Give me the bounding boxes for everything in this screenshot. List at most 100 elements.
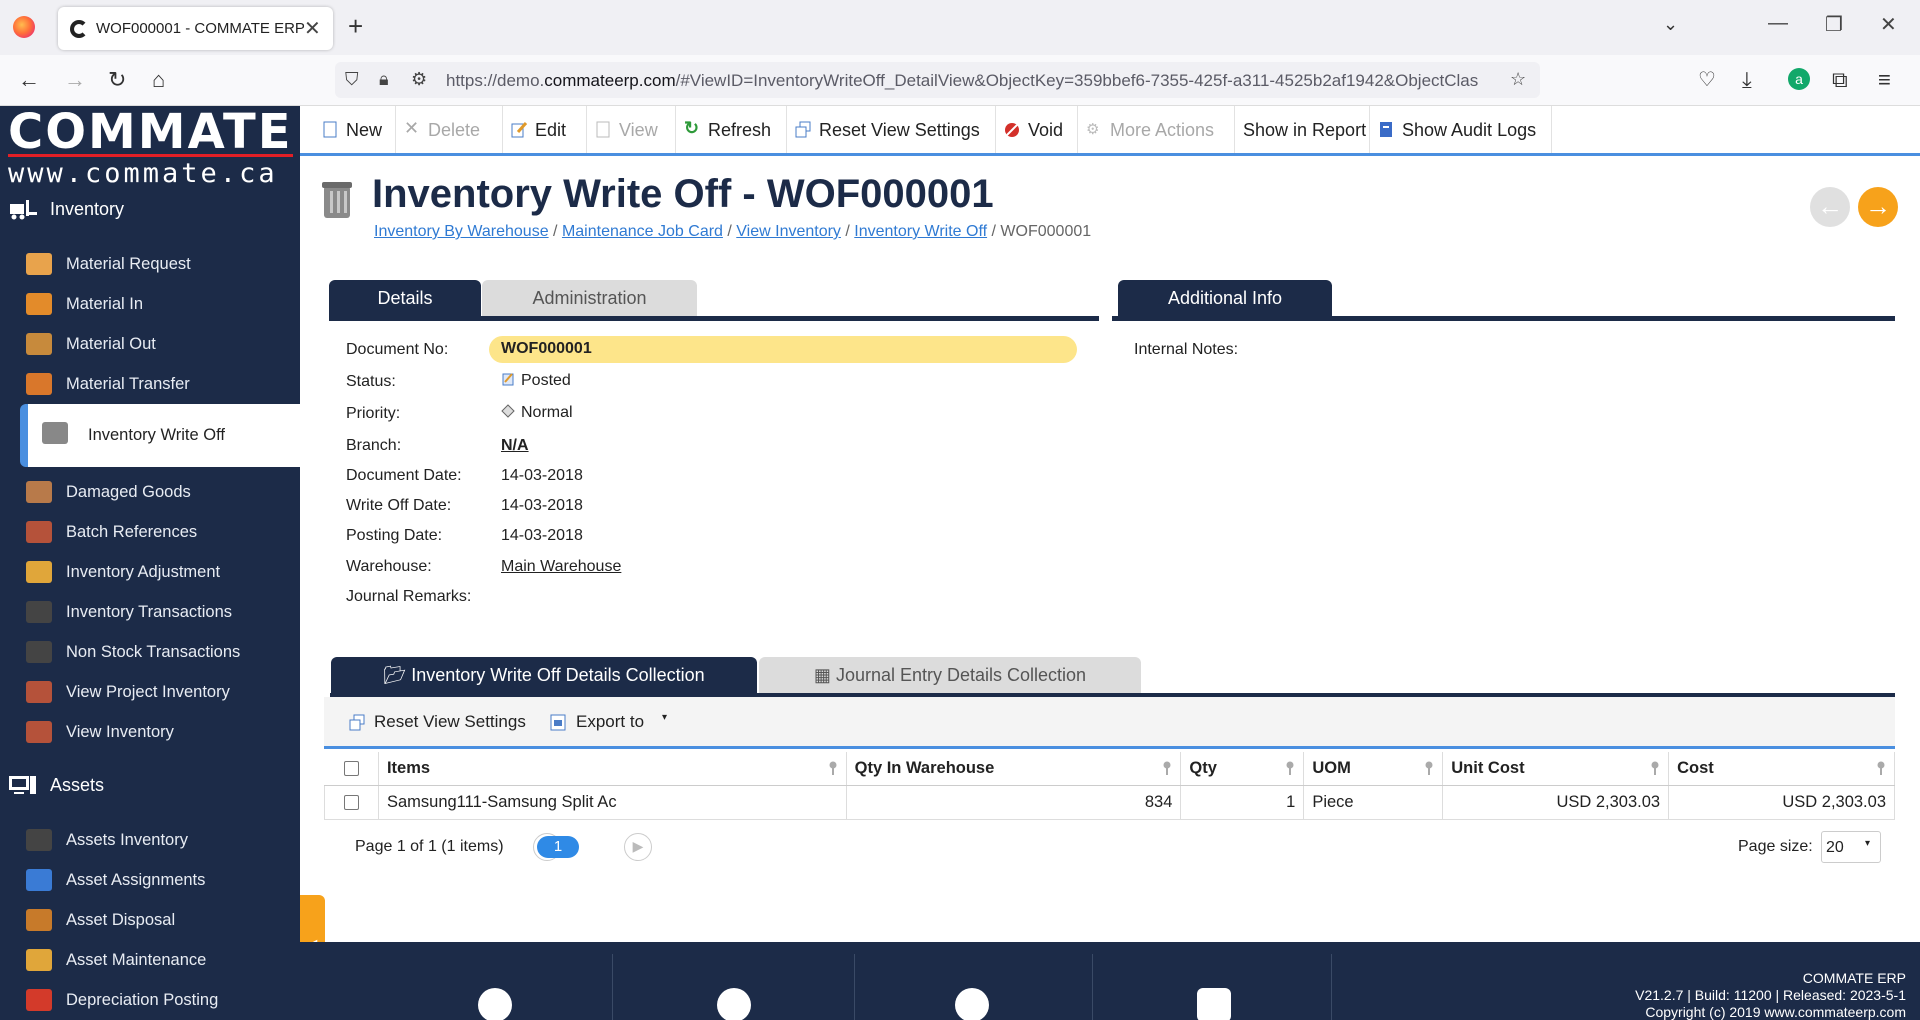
page-size-select[interactable]: 20 ▾ [1821, 831, 1881, 863]
row-checkbox[interactable] [343, 794, 359, 810]
close-tab-icon[interactable]: ✕ [304, 16, 321, 41]
sidebar-item-material-request[interactable]: Material Request [0, 244, 300, 284]
sidebar-item-label: Depreciation Posting [66, 991, 219, 1009]
show-in-report-button[interactable]: Show in Report [1235, 106, 1370, 153]
edit-button[interactable]: Edit [503, 106, 587, 153]
arrow-right-icon: → [1865, 191, 1891, 221]
forward-icon[interactable]: → [64, 67, 86, 93]
export-to-button[interactable]: Export to ▾ [550, 697, 670, 746]
url-text[interactable]: https://demo.commateerp.com/#ViewID=Inve… [446, 71, 1496, 91]
tab-journal-entry-details-collection[interactable]: ▦ Journal Entry Details Collection [759, 657, 1141, 693]
sidebar-item-asset-maintenance[interactable]: Asset Maintenance [0, 940, 300, 980]
pager-page-current[interactable]: 1 [537, 836, 579, 858]
sidebar-item-damaged-goods[interactable]: Damaged Goods [0, 472, 300, 512]
back-icon[interactable]: ← [18, 67, 40, 93]
lock-icon[interactable]: 🔒︎ [379, 69, 389, 90]
list-tabs-icon[interactable]: ⌄ [1663, 14, 1678, 35]
info-icon[interactable] [955, 988, 989, 1020]
menu-icon[interactable]: ≡ [1878, 67, 1891, 93]
sidebar-item-inventory-write-off[interactable]: Inventory Write Off [20, 404, 300, 467]
more-actions-button[interactable]: ⚙︎ More Actions [1078, 106, 1235, 153]
column-header-unit-cost[interactable]: Unit Cost [1442, 752, 1670, 786]
sidebar-item-assets-inventory[interactable]: Assets Inventory [0, 820, 300, 860]
breadcrumb-link[interactable]: Maintenance Job Card [562, 223, 723, 240]
table-row[interactable]: Samsung111-Samsung Split Ac 834 1 Piece … [324, 784, 1895, 820]
refresh-button[interactable]: ↻ Refresh [676, 106, 787, 153]
tab-administration[interactable]: Administration [482, 280, 697, 316]
pager-next-button[interactable]: ▶ [624, 833, 652, 861]
next-record-button[interactable]: → [1858, 187, 1898, 227]
address-bar[interactable]: ⛉ 🔒︎ ⚙︎ https://demo.commateerp.com/#Vie… [335, 62, 1540, 98]
breadcrumb-link[interactable]: Inventory By Warehouse [374, 223, 549, 240]
youtube-icon[interactable] [1197, 988, 1231, 1020]
filter-pin-icon[interactable] [1285, 761, 1295, 775]
user-support-icon[interactable] [478, 988, 512, 1020]
sidebar-item-material-out[interactable]: Material Out [0, 324, 300, 364]
tab-details[interactable]: Details [329, 280, 481, 316]
sidebar-item-material-in[interactable]: Material In [0, 284, 300, 324]
sidebar-item-view-project-inventory[interactable]: View Project Inventory [0, 672, 300, 712]
extension-account-icon[interactable]: a [1788, 68, 1810, 90]
home-icon[interactable]: ⌂ [152, 67, 165, 93]
sidebar-item-label: Non Stock Transactions [66, 643, 241, 661]
window-close-icon[interactable]: ✕ [1880, 12, 1897, 37]
filter-pin-icon[interactable] [1876, 761, 1886, 775]
column-header-qty-in-warehouse[interactable]: Qty In Warehouse [846, 752, 1182, 786]
sidebar-item-non-stock-transactions[interactable]: Non Stock Transactions [0, 632, 300, 672]
minimize-icon[interactable]: — [1768, 12, 1788, 35]
sidebar-item-inventory-transactions[interactable]: Inventory Transactions [0, 592, 300, 632]
reload-icon[interactable]: ↻ [108, 67, 126, 93]
column-header-items[interactable]: Items [378, 752, 847, 786]
restore-icon[interactable]: ❐ [1825, 12, 1843, 37]
bookmark-star-icon[interactable]: ☆ [1510, 69, 1526, 90]
new-tab-icon[interactable]: + [348, 11, 363, 42]
sidebar-group-label: Assets [50, 775, 105, 795]
column-header-qty[interactable]: Qty [1180, 752, 1305, 786]
view-button[interactable]: View [587, 106, 676, 153]
sidebar-item-inventory-adjustment[interactable]: Inventory Adjustment [0, 552, 300, 592]
sidebar-item-depreciation-posting[interactable]: Depreciation Posting [0, 980, 300, 1020]
sidebar-item-batch-references[interactable]: Batch References [0, 512, 300, 552]
sidebar-item-view-inventory[interactable]: View Inventory [0, 712, 300, 752]
brand-logo[interactable]: COMMATE www.commate.ca [8, 108, 293, 189]
sidebar-item-material-transfer[interactable]: Material Transfer [0, 364, 300, 404]
previous-record-button[interactable]: ← [1810, 187, 1850, 227]
sidebar-item-label: Damaged Goods [66, 483, 191, 501]
sidebar-group-inventory[interactable]: Inventory [0, 190, 300, 230]
sidebar-item-asset-assignments[interactable]: Asset Assignments [0, 860, 300, 900]
audit-log-icon [1380, 122, 1392, 137]
filter-pin-icon[interactable] [1650, 761, 1660, 775]
warehouse-link[interactable]: Main Warehouse [501, 558, 621, 576]
column-header-label: Qty In Warehouse [854, 758, 995, 777]
shield-icon[interactable]: ⛉ [345, 69, 359, 90]
grid-reset-view-settings-button[interactable]: Reset View Settings [349, 697, 544, 746]
show-audit-logs-button[interactable]: Show Audit Logs [1370, 106, 1552, 153]
breadcrumb-link[interactable]: Inventory Write Off [854, 223, 987, 240]
sidebar-item-asset-disposal[interactable]: Asset Disposal [0, 900, 300, 940]
select-all-checkbox[interactable] [343, 760, 359, 776]
void-button[interactable]: Void [996, 106, 1078, 153]
new-button[interactable]: New [314, 106, 396, 153]
tab-additional-info[interactable]: Additional Info [1118, 280, 1332, 316]
reset-view-settings-button[interactable]: Reset View Settings [787, 106, 996, 153]
extensions-icon[interactable]: ⧉ [1832, 67, 1848, 93]
delete-button[interactable]: ✕ Delete [396, 106, 503, 153]
sidebar-group-assets[interactable]: Assets [0, 766, 300, 806]
breadcrumb-link[interactable]: View Inventory [736, 223, 841, 240]
filter-pin-icon[interactable] [1424, 761, 1434, 775]
branch-link[interactable]: N/A [501, 437, 529, 455]
filter-pin-icon[interactable] [1162, 761, 1172, 775]
filter-pin-icon[interactable] [828, 761, 838, 775]
diamond-icon [501, 404, 515, 418]
tab-label: Journal Entry Details Collection [835, 665, 1087, 685]
column-header-cost[interactable]: Cost [1668, 752, 1895, 786]
firefox-icon[interactable] [13, 16, 35, 38]
permissions-icon[interactable]: ⚙︎ [411, 69, 427, 90]
downloads-icon[interactable]: ⤓ [1742, 67, 1752, 93]
headset-icon[interactable] [717, 988, 751, 1020]
browser-tab[interactable]: WOF000001 - COMMATE ERP ✕ [58, 7, 333, 50]
pocket-icon[interactable]: ♡ [1698, 67, 1716, 92]
priority-text: Normal [521, 404, 573, 421]
tab-write-off-details-collection[interactable]: 📂︎ Inventory Write Off Details Collectio… [331, 657, 757, 693]
column-header-uom[interactable]: UOM [1303, 752, 1444, 786]
